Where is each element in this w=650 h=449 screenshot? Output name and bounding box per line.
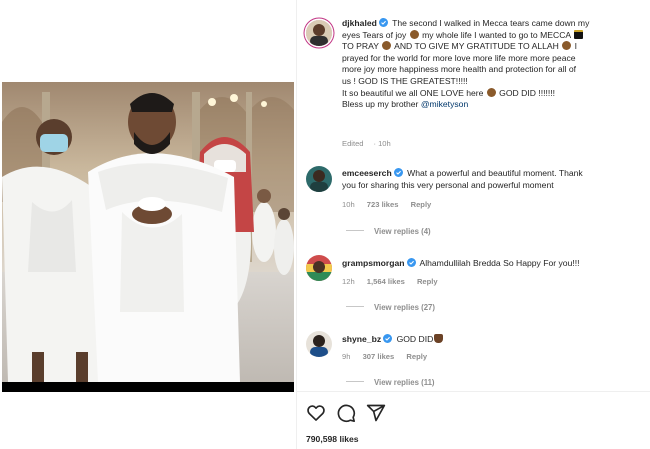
reply-button[interactable]: Reply: [411, 200, 432, 209]
caption-line: Bless up my brother: [342, 99, 419, 110]
verified-badge-icon: [383, 334, 393, 343]
like-count[interactable]: 790,598 likes: [306, 434, 359, 444]
caption-line: my whole life I wanted to go to MECCA: [422, 29, 571, 40]
comment-meta: 12h 1,564 likes Reply: [342, 277, 448, 286]
caption-line: us ! GOD IS THE GREATEST!!!!!: [342, 75, 468, 86]
comment-time[interactable]: 10h: [342, 200, 355, 209]
comment-likes[interactable]: 1,564 likes: [367, 277, 405, 286]
crying-emoji-icon: [562, 41, 572, 51]
kaaba-emoji-icon: [574, 29, 584, 39]
comment-meta: 10h 723 likes Reply: [342, 200, 441, 209]
comment-username[interactable]: emceeserch: [342, 168, 392, 178]
comment-time[interactable]: 9h: [342, 352, 350, 361]
verified-badge-icon: [393, 168, 403, 177]
crying-emoji-icon: [382, 41, 392, 51]
comment-likes[interactable]: 307 likes: [363, 352, 395, 361]
comment-body: emceeserch What a powerful and beautiful…: [342, 168, 642, 191]
caption-line: It so beautiful we all ONE LOVE here: [342, 87, 484, 98]
post-photo[interactable]: [2, 82, 294, 392]
crying-emoji-icon: [409, 29, 419, 39]
commenter-avatar[interactable]: [306, 331, 332, 357]
edited-label: Edited: [342, 139, 364, 148]
verified-badge-icon: [406, 258, 416, 267]
comment-meta: 9h 307 likes Reply: [342, 352, 437, 361]
share-icon[interactable]: [366, 403, 386, 423]
comment-text: Alhamdullilah Bredda So Happy For you!!!: [419, 258, 580, 268]
comment-body: grampsmorgan Alhamdullilah Bredda So Hap…: [342, 258, 642, 270]
author-avatar[interactable]: [306, 20, 332, 46]
comment-likes[interactable]: 723 likes: [367, 200, 399, 209]
comment-text: you for sharing this very personal and p…: [342, 179, 554, 190]
caption-line: I: [574, 41, 578, 52]
replies-divider: [346, 381, 364, 382]
view-replies-button[interactable]: View replies (27): [346, 303, 435, 312]
caption-meta: Edited · 10h: [342, 139, 391, 148]
verified-badge-icon: [378, 18, 388, 27]
commenter-avatar[interactable]: [306, 166, 332, 192]
caption-line: GOD DID !!!!!!!: [499, 87, 556, 98]
comment-username[interactable]: shyne_bz: [342, 334, 381, 344]
reply-button[interactable]: Reply: [406, 352, 427, 361]
actions-divider: [296, 391, 650, 392]
view-replies-button[interactable]: View replies (4): [346, 227, 431, 236]
author-username[interactable]: djkhaled: [342, 18, 377, 28]
comment-text: GOD DID: [396, 334, 434, 344]
mention-link[interactable]: @miketyson: [421, 99, 468, 109]
comment-text: What a powerful and beautiful moment. Th…: [407, 168, 583, 178]
caption-line: prayed for the world for more love more …: [342, 52, 576, 63]
view-replies-label: View replies (27): [374, 303, 435, 312]
view-replies-label: View replies (11): [374, 378, 435, 387]
edited-time[interactable]: 10h: [378, 139, 391, 148]
comment-icon[interactable]: [336, 403, 356, 423]
comment-username[interactable]: grampsmorgan: [342, 258, 405, 268]
caption-line: eyes Tears of joy: [342, 29, 407, 40]
heart-icon[interactable]: [306, 403, 326, 423]
replies-divider: [346, 306, 364, 307]
praying-hands-emoji-icon: [434, 334, 444, 343]
post-caption: djkhaled The second I walked in Mecca te…: [342, 18, 642, 111]
reply-button[interactable]: Reply: [417, 277, 438, 286]
caption-line: AND TO GIVE MY GRATITUDE TO ALLAH: [394, 41, 559, 52]
caption-line: The second I walked in Mecca tears came …: [392, 18, 590, 28]
commenter-avatar[interactable]: [306, 255, 332, 281]
media-pane: [0, 0, 296, 449]
comment-time[interactable]: 12h: [342, 277, 355, 286]
replies-divider: [346, 230, 364, 231]
instagram-post-view: djkhaled The second I walked in Mecca te…: [0, 0, 650, 449]
crying-emoji-icon: [486, 87, 496, 97]
comment-body: shyne_bz GOD DID: [342, 334, 642, 346]
view-replies-label: View replies (4): [374, 227, 431, 236]
view-replies-button[interactable]: View replies (11): [346, 378, 435, 387]
caption-line: more joy more happiness more health and …: [342, 64, 577, 75]
caption-line: TO PRAY: [342, 41, 379, 52]
